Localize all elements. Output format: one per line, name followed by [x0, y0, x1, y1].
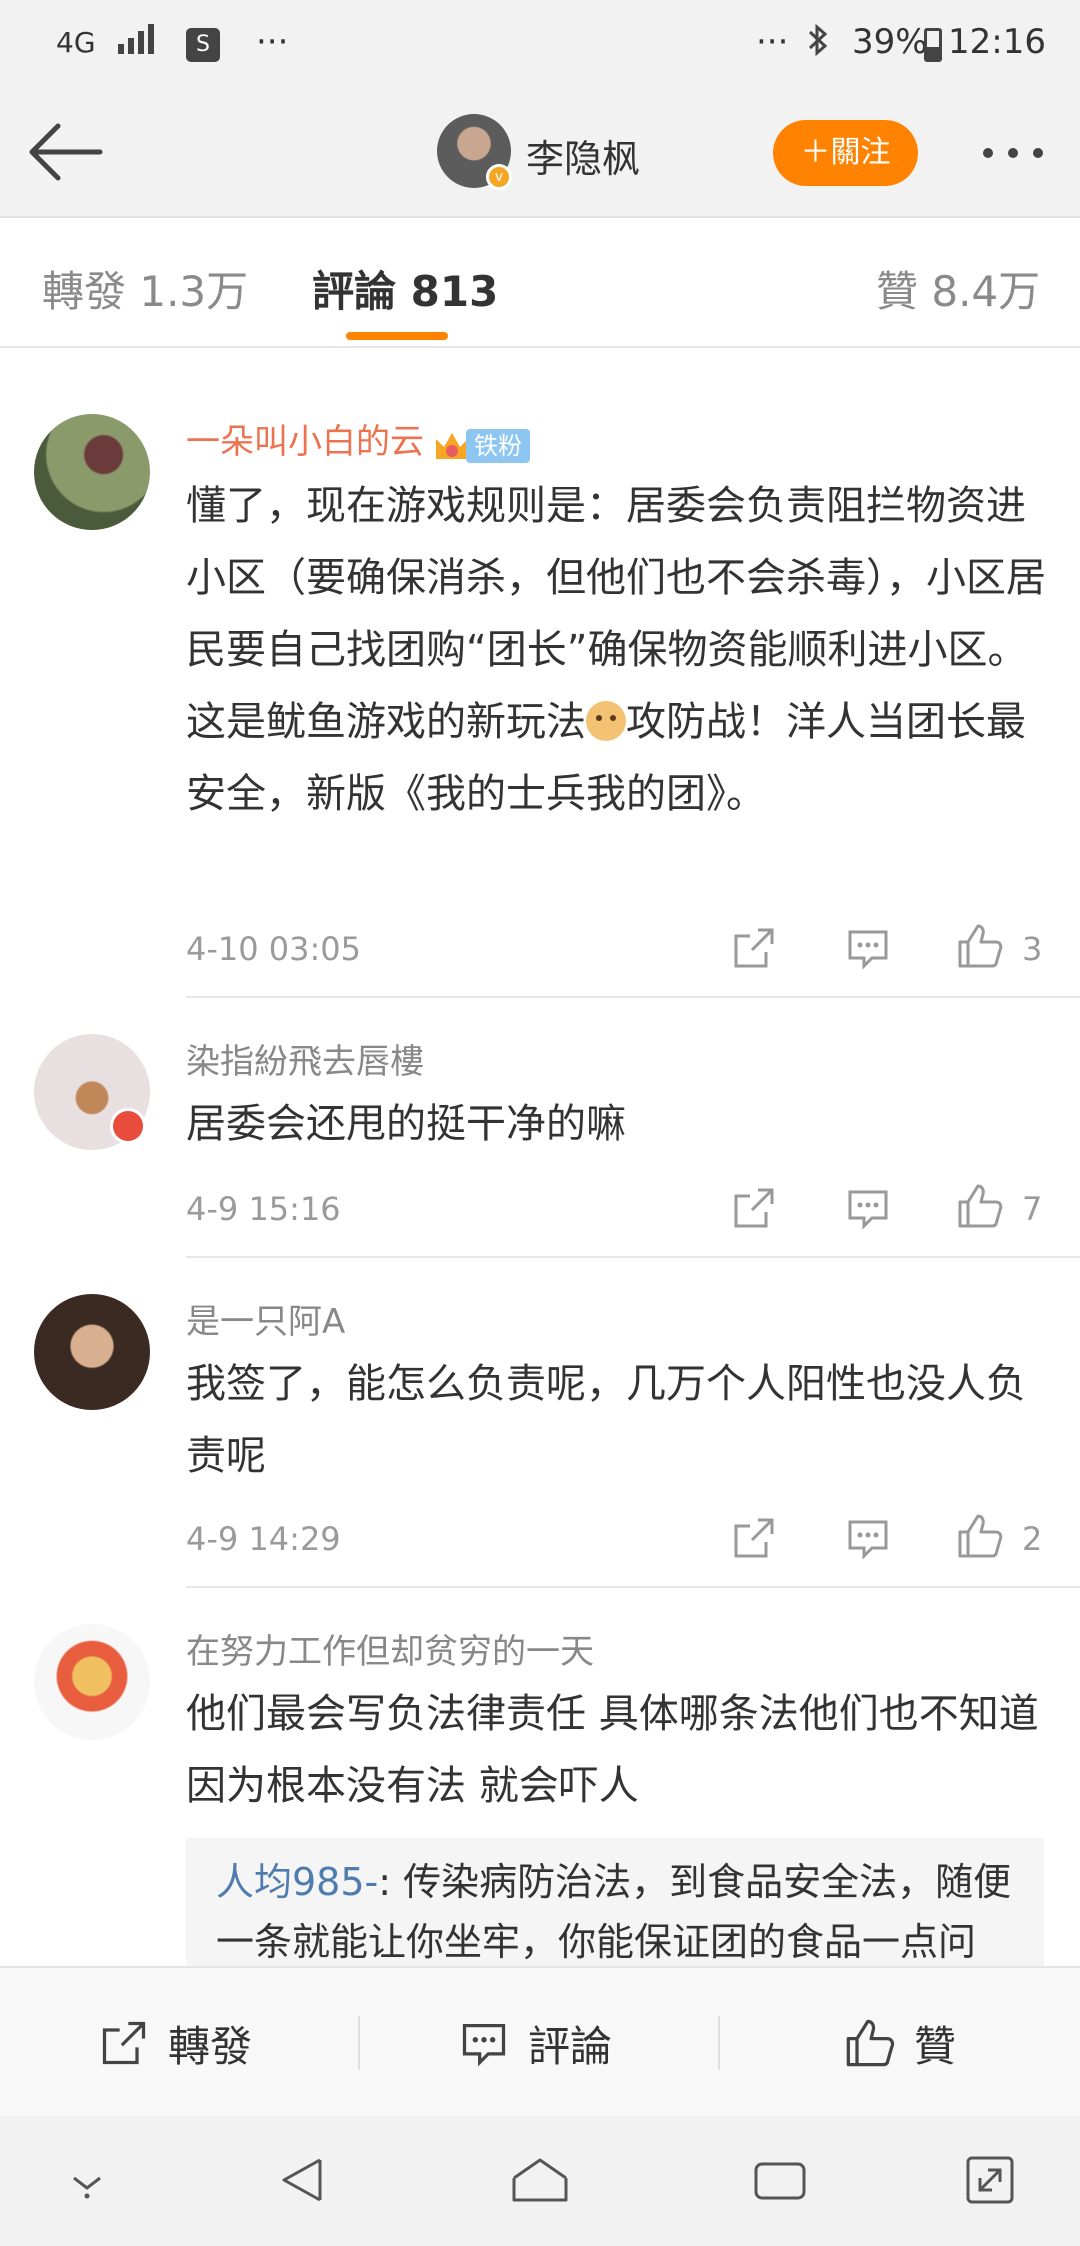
share-icon[interactable] [730, 1514, 778, 1562]
bottom-action-bar: 轉發 評論 贊 [0, 1966, 1080, 2116]
tab-bar: 轉發 1.3万 評論 813 贊 8.4万 [0, 218, 1080, 348]
battery-percent: 39% [852, 22, 928, 62]
repost-icon [102, 2021, 146, 2065]
signal-icon [118, 22, 162, 63]
bluetooth-icon [806, 22, 830, 67]
more-notifications-icon: ··· [256, 22, 289, 62]
chevron-down-icon[interactable] [64, 2152, 110, 2208]
thumbs-up-icon[interactable] [956, 1182, 1004, 1230]
commenter-avatar[interactable] [34, 414, 150, 530]
back-arrow-icon[interactable] [28, 120, 104, 184]
like-label: 贊 [914, 2021, 957, 2071]
thumbs-up-icon [846, 2019, 895, 2067]
commenter-avatar[interactable] [34, 1624, 150, 1740]
commenter-name[interactable]: 一朵叫小白的云 铁粉 [186, 414, 530, 463]
clock: 12:16 [948, 22, 1046, 62]
share-icon[interactable] [730, 1184, 778, 1232]
verified-badge-icon: v [486, 164, 512, 190]
thumbs-up-icon[interactable] [956, 1512, 1004, 1560]
reply-username[interactable]: 人均985- [216, 1860, 378, 1904]
divider [718, 2016, 720, 2070]
like-count: 2 [1022, 1520, 1043, 1558]
battery-icon [924, 28, 942, 62]
repost-label: 轉發 [168, 2021, 253, 2071]
tab-comments[interactable]: 評論 813 [312, 258, 498, 319]
tab-reposts[interactable]: 轉發 1.3万 [42, 258, 248, 319]
nav-back-icon[interactable] [274, 2152, 330, 2208]
like-button[interactable]: 贊 [844, 1968, 956, 2118]
comment-text: 懂了，现在游戏规则是：居委会负责阻拦物资进小区（要确保消杀，但他们也不会杀毒），… [186, 470, 1056, 830]
comment-button[interactable]: 評論 [458, 1968, 612, 2118]
commenter-name[interactable]: 在努力工作但却贫穷的一天 [186, 1624, 594, 1673]
like-count: 3 [1022, 930, 1043, 968]
commenter-name[interactable]: 染指紛飛去唇樓 [186, 1034, 424, 1083]
like-count: 7 [1022, 1190, 1043, 1228]
comment-text: 他们最会写负法律责任 具体哪条法他们也不知道 因为根本没有法 就会吓人 [186, 1691, 1039, 1809]
title-bar: v 李隐枫 ＋關注 [0, 90, 1080, 218]
comment-icon [462, 2024, 506, 2067]
system-nav-bar [0, 2116, 1080, 2246]
reply-icon[interactable] [844, 1184, 892, 1232]
doge-emoji-icon [586, 701, 626, 741]
commenter-name[interactable]: 是一只阿A [186, 1294, 345, 1343]
comment-time: 4-9 15:16 [186, 1190, 341, 1228]
thumbs-up-icon[interactable] [956, 922, 1004, 970]
active-tab-indicator [346, 332, 448, 340]
comment-text: 居委会还甩的挺干净的嘛 [186, 1101, 626, 1147]
divider [186, 996, 1080, 998]
status-bar: 4G S ··· ··· 39% 12:16 [0, 0, 1080, 90]
commenter-name-text[interactable]: 一朵叫小白的云 [186, 422, 424, 462]
network-indicator: 4G [56, 26, 96, 59]
repost-button[interactable]: 轉發 [98, 1968, 252, 2118]
divider [186, 1586, 1080, 1588]
nav-recents-icon[interactable] [752, 2152, 808, 2208]
more-options-icon[interactable] [978, 140, 1048, 166]
reply-icon[interactable] [844, 924, 892, 972]
author-name[interactable]: 李隐枫 [526, 128, 640, 183]
comment-label: 評論 [528, 2021, 613, 2071]
comment-text: 我签了，能怎么负责呢，几万个人阳性也没人负责呢 [186, 1361, 1026, 1479]
divider [186, 1256, 1080, 1258]
divider [358, 2016, 360, 2070]
commenter-avatar[interactable] [34, 1294, 150, 1410]
comment-time: 4-10 03:05 [186, 930, 362, 968]
more-status-icon: ··· [756, 22, 789, 62]
share-icon[interactable] [730, 924, 778, 972]
follow-button[interactable]: ＋關注 [773, 120, 918, 186]
fan-badge: 铁粉 [432, 425, 530, 463]
nav-home-icon[interactable] [508, 2152, 572, 2208]
reply-icon[interactable] [844, 1514, 892, 1562]
shop-app-icon: S [186, 28, 220, 62]
expand-icon[interactable] [962, 2152, 1018, 2208]
fan-label: 铁粉 [466, 429, 530, 463]
vip-badge-icon [110, 1108, 146, 1144]
comment-time: 4-9 14:29 [186, 1520, 341, 1558]
tab-likes[interactable]: 贊 8.4万 [876, 258, 1040, 319]
